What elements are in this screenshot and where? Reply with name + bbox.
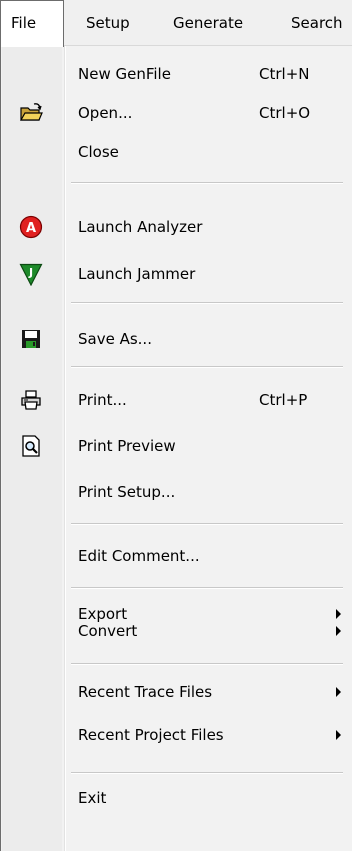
menu-item-recent-project-files[interactable]: Recent Project Files [1, 717, 352, 753]
menu-bar: File Setup Generate Search [0, 0, 352, 47]
menu-item-label: Open... [78, 104, 133, 122]
menu-item-label: Launch Analyzer [78, 218, 203, 236]
menu-item-label: Convert [78, 622, 138, 640]
menu-item-save-as[interactable]: Save As... [1, 321, 352, 357]
menu-item-print-preview[interactable]: Print Preview [1, 428, 352, 464]
menu-item-label: Exit [78, 789, 107, 807]
menu-item-label: Recent Project Files [78, 726, 224, 744]
svg-text:A: A [26, 221, 36, 236]
menu-item-open[interactable]: Open... Ctrl+O [1, 95, 352, 131]
menu-item-print-setup[interactable]: Print Setup... [1, 474, 352, 510]
analyzer-icon: A [19, 215, 43, 239]
menu-item-recent-trace-files[interactable]: Recent Trace Files [1, 674, 352, 710]
menu-item-label: Print Setup... [78, 483, 176, 501]
menu-item-label: Close [78, 143, 119, 161]
submenu-arrow-icon [336, 687, 341, 697]
menu-separator [71, 182, 343, 184]
submenu-arrow-icon [336, 730, 341, 740]
menu-file[interactable]: File [0, 0, 64, 47]
menu-item-convert[interactable]: Convert [1, 613, 352, 649]
menu-item-launch-analyzer[interactable]: A Launch Analyzer [1, 209, 352, 245]
menu-item-shortcut: Ctrl+N [259, 65, 310, 83]
menu-item-label: Launch Jammer [78, 265, 196, 283]
submenu-arrow-icon [336, 626, 341, 636]
menu-item-edit-comment[interactable]: Edit Comment... [1, 538, 352, 574]
menu-separator [71, 523, 343, 525]
menu-item-label: Print... [78, 391, 127, 409]
menu-separator [71, 663, 343, 665]
menu-item-label: Print Preview [78, 437, 176, 455]
file-menu-dropdown: New GenFile Ctrl+N Open... Ctrl+O Close … [0, 46, 352, 851]
menu-item-new-genfile[interactable]: New GenFile Ctrl+N [1, 56, 352, 92]
menu-separator [71, 587, 343, 589]
menu-setup[interactable]: Setup [86, 0, 130, 46]
print-preview-icon [19, 434, 43, 458]
menu-item-shortcut: Ctrl+P [259, 391, 308, 409]
menu-item-label: New GenFile [78, 65, 171, 83]
floppy-disk-icon [19, 327, 43, 351]
menu-separator [71, 302, 343, 304]
menu-generate[interactable]: Generate [173, 0, 243, 46]
open-folder-icon [19, 101, 43, 125]
printer-icon [19, 388, 43, 412]
menu-item-print[interactable]: Print... Ctrl+P [1, 382, 352, 418]
menu-item-launch-jammer[interactable]: J Launch Jammer [1, 256, 352, 292]
menu-item-shortcut: Ctrl+O [259, 104, 311, 122]
menu-item-label: Recent Trace Files [78, 683, 213, 701]
menu-search[interactable]: Search [291, 0, 343, 46]
svg-text:J: J [28, 266, 33, 279]
jammer-icon: J [19, 262, 43, 287]
menu-item-exit[interactable]: Exit [1, 780, 352, 816]
menu-item-label: Edit Comment... [78, 547, 200, 565]
menu-separator [71, 772, 343, 774]
menu-item-label: Save As... [78, 330, 152, 348]
menu-separator [71, 366, 343, 368]
menu-item-close[interactable]: Close [1, 134, 352, 170]
